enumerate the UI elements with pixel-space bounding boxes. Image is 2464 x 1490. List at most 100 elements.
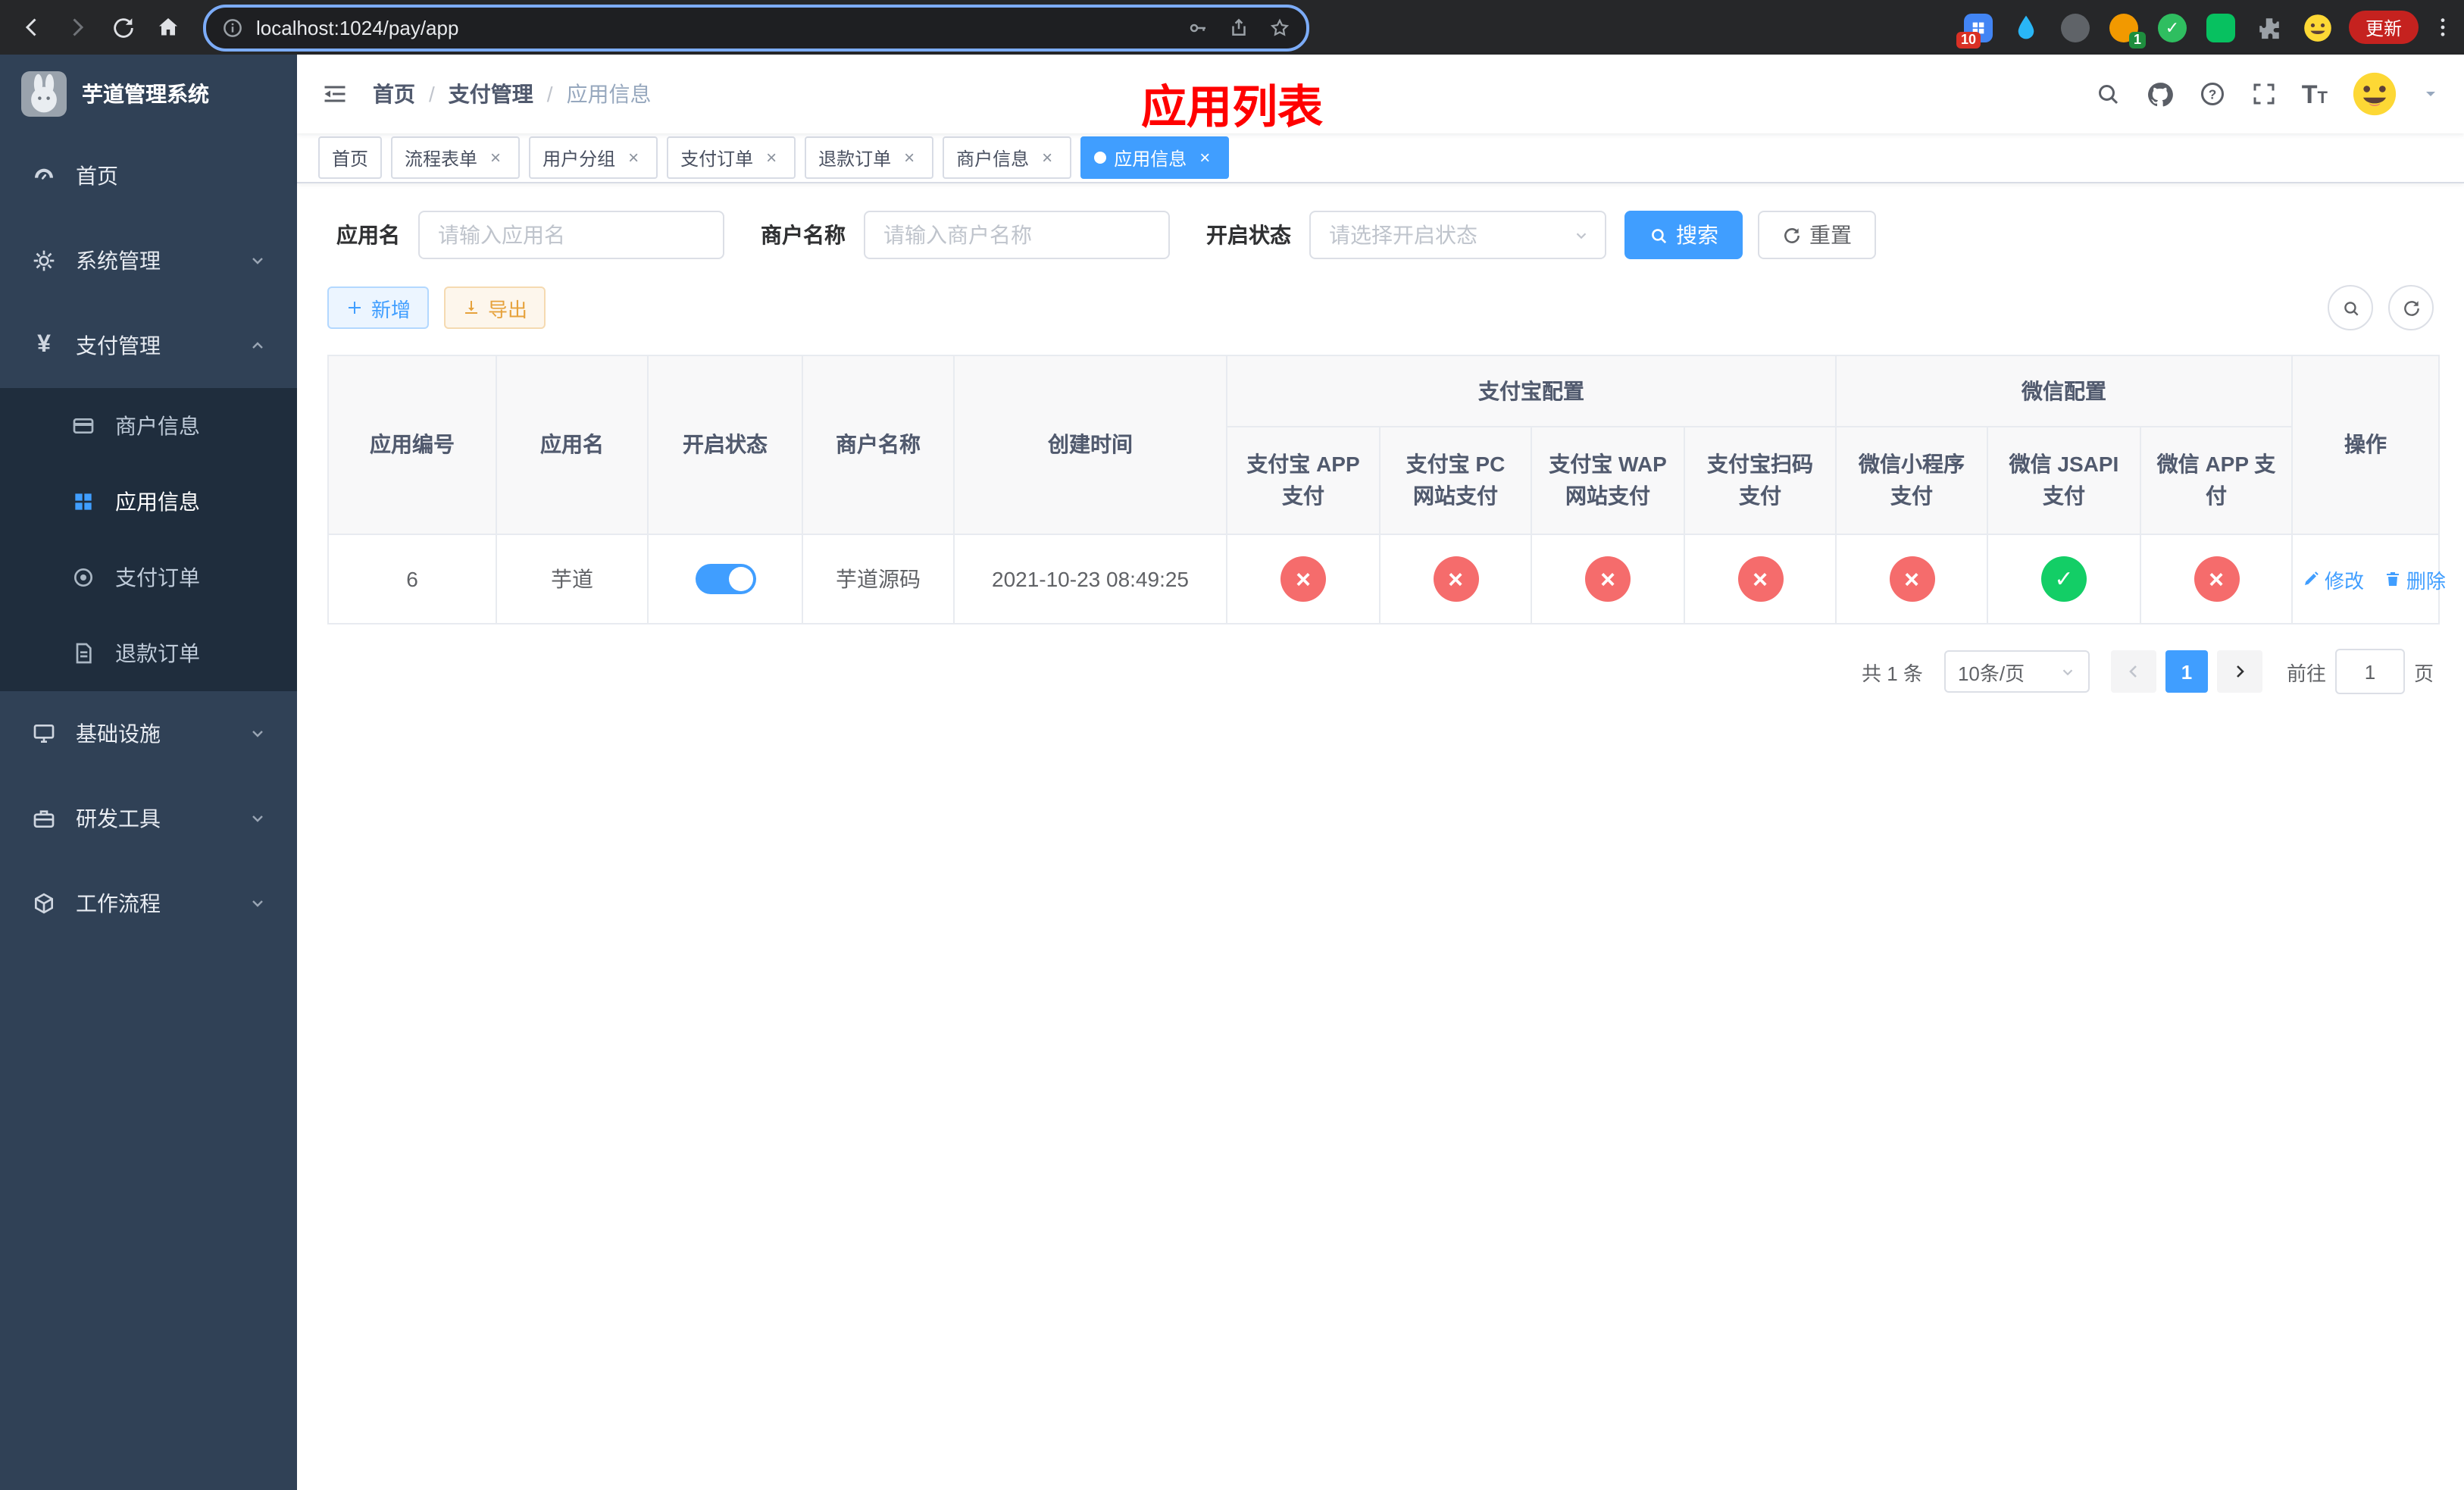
column-header-app-name: 应用名	[496, 355, 649, 535]
caret-down-icon[interactable]	[2422, 85, 2440, 103]
browser-reload-icon[interactable]	[100, 5, 145, 50]
breadcrumb: 首页 / 支付管理 / 应用信息	[373, 79, 652, 109]
reset-button[interactable]: 重置	[1758, 211, 1876, 259]
sidebar-menu: 首页 系统管理 ¥ 支付管理 商户信息 应用信息 支付订单 退款订单 基础设施 …	[0, 133, 297, 1490]
browser-home-icon[interactable]	[145, 5, 191, 50]
tab-pay-order[interactable]: 支付订单 ×	[667, 136, 796, 179]
sidebar-item-dev-tools[interactable]: 研发工具	[0, 776, 297, 861]
user-avatar[interactable]	[2352, 71, 2397, 117]
browser-update-button[interactable]: 更新	[2348, 11, 2419, 44]
cell-status	[647, 534, 803, 624]
tab-home[interactable]: 首页	[318, 136, 383, 179]
sidebar-item-pay[interactable]: ¥ 支付管理	[0, 303, 297, 388]
sidebar-item-system[interactable]: 系统管理	[0, 218, 297, 303]
next-page-button[interactable]	[2216, 650, 2262, 693]
column-header-merchant: 商户名称	[802, 355, 955, 535]
delete-link[interactable]: 删除	[2384, 565, 2446, 593]
font-size-icon[interactable]: TT	[2302, 81, 2328, 107]
close-icon[interactable]: ×	[623, 147, 644, 168]
extension-grid-icon[interactable]: 10	[1956, 11, 1994, 48]
filter-form: 应用名 商户名称 开启状态 请选择开启状态 搜索	[327, 211, 2434, 259]
table-row: 6 芋道 芋道源码 2021-10-23 08:49:25 × × × × × …	[327, 534, 2446, 624]
password-key-icon[interactable]	[1187, 16, 1209, 39]
close-icon[interactable]: ×	[485, 147, 506, 168]
alipay-pc-status-icon	[1433, 556, 1478, 602]
sidebar-item-pay-order[interactable]: 支付订单	[0, 540, 297, 615]
logo[interactable]: 芋道管理系统	[0, 55, 297, 133]
export-button[interactable]: 导出	[444, 286, 546, 329]
extension-drop-icon[interactable]	[2011, 11, 2043, 43]
sidebar-item-merchant-info[interactable]: 商户信息	[0, 388, 297, 464]
address-bar[interactable]: localhost:1024/pay/app	[203, 4, 1309, 51]
tab-merchant-info[interactable]: 商户信息 ×	[943, 136, 1072, 179]
column-group-alipay: 支付宝配置	[1226, 355, 1837, 427]
tab-refund-order[interactable]: 退款订单 ×	[805, 136, 934, 179]
extension-badged-icon[interactable]: 1	[2108, 11, 2146, 48]
table-toolbar: 新增 导出	[327, 285, 2434, 330]
goto-label: 前往	[2286, 662, 2326, 684]
search-button[interactable]: 搜索	[1624, 211, 1743, 259]
close-icon[interactable]: ×	[899, 147, 920, 168]
cell-app-name: 芋道	[496, 534, 649, 624]
sidebar-item-app-info[interactable]: 应用信息	[0, 464, 297, 540]
column-header-wechat-jsapi: 微信 JSAPI 支付	[1987, 426, 2141, 535]
page-unit-label: 页	[2413, 662, 2434, 684]
extension-puzzle-icon[interactable]	[2253, 11, 2285, 43]
close-icon[interactable]: ×	[1194, 147, 1215, 168]
hamburger-icon[interactable]	[315, 74, 355, 114]
merchant-name-label: 商户名称	[761, 223, 846, 247]
status-select[interactable]: 请选择开启状态	[1309, 211, 1606, 259]
browser-forward-icon[interactable]	[55, 5, 100, 50]
breadcrumb-pay[interactable]: 支付管理	[449, 79, 533, 109]
browser-extensions: 10 1 ✓	[1956, 11, 2334, 48]
wechat-jsapi-status-icon	[2041, 556, 2087, 602]
site-info-icon[interactable]	[221, 16, 244, 39]
goto-page-input[interactable]	[2334, 649, 2405, 694]
sidebar-item-infra[interactable]: 基础设施	[0, 691, 297, 776]
prev-page-button[interactable]	[2110, 650, 2156, 693]
breadcrumb-home[interactable]: 首页	[373, 79, 415, 109]
close-icon[interactable]: ×	[1037, 147, 1058, 168]
extension-green-square-icon[interactable]	[2205, 11, 2237, 43]
tab-user-group[interactable]: 用户分组 ×	[529, 136, 658, 179]
sidebar-item-home[interactable]: 首页	[0, 133, 297, 218]
tab-process-form[interactable]: 流程表单 ×	[391, 136, 521, 179]
search-icon[interactable]	[2094, 80, 2122, 108]
fullscreen-icon[interactable]	[2250, 80, 2278, 108]
wechat-app-status-icon	[2194, 556, 2239, 602]
column-header-created: 创建时间	[953, 355, 1227, 535]
tab-app-info[interactable]: 应用信息 ×	[1080, 136, 1230, 179]
main-area: 首页 / 支付管理 / 应用信息 ? T T 首页 流程表单 × 用户分组 × …	[297, 55, 2464, 1490]
page-1-button[interactable]: 1	[2165, 650, 2208, 693]
column-header-alipay-pc: 支付宝 PC 网站支付	[1379, 426, 1532, 535]
column-group-wechat: 微信配置	[1834, 355, 2294, 427]
edit-link[interactable]: 修改	[2302, 565, 2364, 593]
yen-icon: ¥	[37, 332, 51, 358]
toggle-search-button[interactable]	[2328, 285, 2373, 330]
sidebar-item-refund-order[interactable]: 退款订单	[0, 615, 297, 691]
sidebar-item-workflow[interactable]: 工作流程	[0, 861, 297, 946]
alipay-app-status-icon	[1280, 556, 1326, 602]
close-icon[interactable]: ×	[761, 147, 782, 168]
target-icon	[70, 565, 97, 590]
help-icon[interactable]: ?	[2199, 80, 2226, 108]
merchant-name-input[interactable]	[864, 211, 1170, 259]
extension-green-circle-icon[interactable]: ✓	[2156, 11, 2188, 43]
status-label: 开启状态	[1206, 223, 1291, 247]
app-name-input[interactable]	[418, 211, 724, 259]
page-size-select[interactable]: 10条/页	[1943, 650, 2090, 693]
browser-menu-icon[interactable]	[2431, 15, 2455, 39]
column-header-app-id: 应用编号	[327, 355, 497, 535]
github-icon[interactable]	[2146, 80, 2175, 108]
chevron-down-icon	[249, 252, 267, 270]
refresh-table-button[interactable]	[2388, 285, 2434, 330]
extension-emoji-icon[interactable]	[2302, 11, 2334, 43]
browser-back-icon[interactable]	[9, 5, 55, 50]
bookmark-star-icon[interactable]	[1268, 16, 1291, 39]
share-icon[interactable]	[1227, 16, 1250, 39]
add-button[interactable]: 新增	[327, 286, 430, 329]
card-icon	[70, 414, 97, 438]
status-toggle[interactable]	[695, 564, 755, 594]
extension-dark-circle-icon[interactable]	[2059, 11, 2091, 43]
column-header-alipay-wap: 支付宝 WAP 网站支付	[1531, 426, 1685, 535]
